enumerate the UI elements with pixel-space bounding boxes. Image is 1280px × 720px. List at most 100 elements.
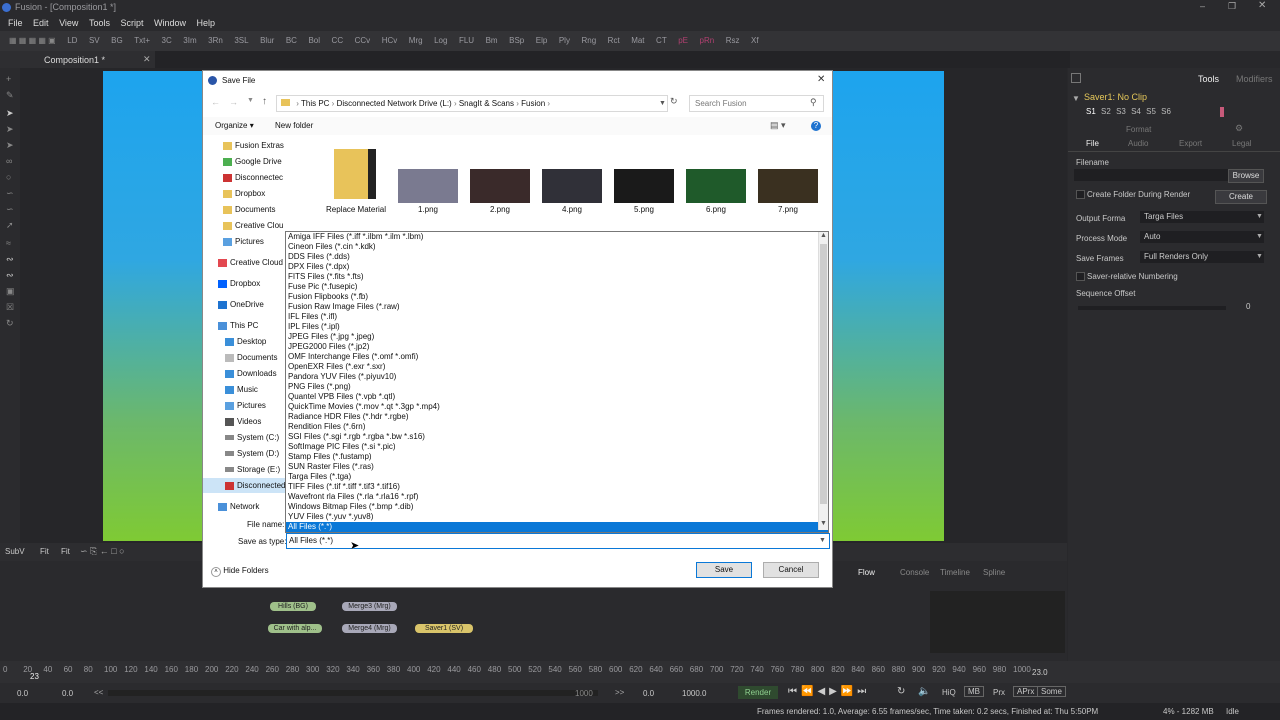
nav-item-drive-c[interactable]: System (C:) (225, 430, 279, 445)
tool-button[interactable]: Mat (631, 31, 644, 51)
tool-button[interactable]: Mrg (409, 31, 423, 51)
nav-item-desktop[interactable]: Desktop (225, 334, 266, 349)
tool-button[interactable]: Log (434, 31, 447, 51)
fit-button[interactable]: Fit (61, 547, 70, 556)
playback-controls-icon[interactable]: ⏮⏪◀▶⏩⏭ (788, 686, 870, 697)
node-car[interactable]: Car with alp... (268, 624, 322, 633)
file-type-option[interactable]: SoftImage PIC Files (*.si *.pic) (286, 442, 828, 452)
nav-item-drive-e[interactable]: Storage (E:) (225, 462, 280, 477)
file-type-option[interactable]: All Files (*.*) (286, 522, 828, 532)
node-saver[interactable]: Saver1 (SV) (415, 624, 473, 633)
nav-item-onedrive[interactable]: OneDrive (218, 297, 264, 312)
file-type-option[interactable]: JPEG Files (*.jpg *.jpeg) (286, 332, 828, 342)
tool-button[interactable]: Rct (608, 31, 620, 51)
nav-item-pictures-pc[interactable]: Pictures (225, 398, 266, 413)
back-arrow-icon[interactable]: ← (211, 97, 220, 107)
render-start[interactable]: 0.0 (62, 689, 73, 698)
fit-button[interactable]: Fit (40, 547, 49, 556)
tool-button[interactable]: SV (89, 31, 100, 51)
tool-button[interactable]: CCv (355, 31, 371, 51)
breadcrumb-fusion[interactable]: Fusion (521, 99, 545, 108)
tab-tools[interactable]: Tools (1198, 74, 1219, 84)
nav-item-videos[interactable]: Videos (225, 414, 261, 429)
nav-item-documents-pc[interactable]: Documents (225, 350, 277, 365)
address-dropdown-icon[interactable]: ▼ (659, 96, 666, 111)
menu-window[interactable]: Window (154, 16, 186, 31)
slot-s4[interactable]: S4 (1131, 107, 1141, 116)
tool-button[interactable]: 3Rn (208, 31, 223, 51)
tool-button[interactable]: CT (656, 31, 667, 51)
color-swatch[interactable] (1220, 107, 1224, 117)
file-type-option[interactable]: FITS Files (*.fits *.fts) (286, 272, 828, 282)
create-button[interactable]: Create (1215, 190, 1267, 204)
filename-input[interactable] (1074, 169, 1228, 181)
brush-icon[interactable]: ≈ (6, 238, 11, 248)
close-tab-icon[interactable]: ✕ (143, 54, 151, 65)
delete-icon[interactable]: ☒ (6, 302, 14, 313)
node-merge4[interactable]: Merge4 (Mrg) (342, 624, 397, 633)
file-type-option[interactable]: Amiga IFF Files (*.iff *.ilbm *.ilm *.lb… (286, 232, 828, 242)
file-type-option[interactable]: DDS Files (*.dds) (286, 252, 828, 262)
menu-script[interactable]: Script (120, 16, 143, 31)
tool-button[interactable]: Bm (486, 31, 498, 51)
collapse-icon[interactable]: ▼ (1072, 94, 1080, 103)
slot-s5[interactable]: S5 (1146, 107, 1156, 116)
organize-button[interactable]: Organize ▾ (215, 121, 254, 130)
sequence-offset-value[interactable]: 0 (1246, 302, 1250, 311)
reset-icon[interactable]: ↻ (6, 318, 14, 329)
file-type-option[interactable]: Pandora YUV Files (*.piyuv10) (286, 372, 828, 382)
global-start[interactable]: 0.0 (17, 689, 28, 698)
pen-icon[interactable]: ✎ (6, 90, 14, 101)
sequence-offset-slider[interactable] (1078, 306, 1226, 310)
slot-s1[interactable]: S1 (1086, 107, 1096, 116)
nav-item-fusion-extras[interactable]: Fusion Extras (223, 138, 284, 153)
tab-console[interactable]: Console (900, 568, 929, 577)
nav-item-network-drive-l[interactable]: Disconnected (203, 478, 291, 493)
file-type-option[interactable]: Rendition Files (*.6rn) (286, 422, 828, 432)
nav-item-drive-d[interactable]: System (D:) (225, 446, 279, 461)
tool-button[interactable]: Bol (308, 31, 320, 51)
render-button[interactable]: Render (738, 686, 778, 699)
node-merge3[interactable]: Merge3 (Mrg) (342, 602, 397, 611)
subtab-export[interactable]: Export (1179, 139, 1202, 148)
loop-icon[interactable]: ↻ (897, 686, 905, 697)
tab-spline[interactable]: Spline (983, 568, 1005, 577)
tool-button[interactable]: pE (678, 31, 688, 51)
select-arrow-icon[interactable]: ➤ (6, 108, 14, 119)
pen-icon[interactable]: ∾ (6, 254, 14, 265)
nav-item-downloads[interactable]: Downloads (225, 366, 277, 381)
file-type-option[interactable]: IFL Files (*.ifl) (286, 312, 828, 322)
menu-help[interactable]: Help (197, 16, 216, 31)
breadcrumb-network-drive[interactable]: Disconnected Network Drive (L:) (337, 99, 452, 108)
forward-range-icon[interactable]: >> (615, 688, 624, 697)
save-as-type-select[interactable]: All Files (*.*) ▼ (286, 533, 830, 549)
file-type-option[interactable]: DPX Files (*.dpx) (286, 262, 828, 272)
output-format-select[interactable]: Targa Files (1140, 211, 1264, 223)
file-type-option[interactable]: IPL Files (*.ipl) (286, 322, 828, 332)
tool-button[interactable]: LD (67, 31, 77, 51)
view-options-icon[interactable]: ▤ ▾ (770, 120, 786, 131)
scroll-thumb[interactable] (820, 244, 827, 504)
file-type-option[interactable]: PNG Files (*.png) (286, 382, 828, 392)
file-type-option[interactable]: Quantel VPB Files (*.vpb *.qtl) (286, 392, 828, 402)
tool-button[interactable]: BC (286, 31, 297, 51)
file-type-option[interactable]: Radiance HDR Files (*.hdr *.rgbe) (286, 412, 828, 422)
tool-button[interactable]: Txt+ (134, 31, 150, 51)
tool-button[interactable]: FLU (459, 31, 474, 51)
save-as-type-dropdown-list[interactable]: Amiga IFF Files (*.iff *.ilbm *.ilm *.lb… (285, 231, 829, 533)
file-type-option[interactable]: SGI Files (*.sgi *.rgb *.rgba *.bw *.s16… (286, 432, 828, 442)
file-type-option[interactable]: Fusion Raw Image Files (*.raw) (286, 302, 828, 312)
close-dialog-icon[interactable]: ✕ (817, 74, 825, 85)
breadcrumb-snagit[interactable]: SnagIt & Scans (459, 99, 514, 108)
saver-relative-checkbox[interactable] (1076, 272, 1085, 281)
tab-timeline[interactable]: Timeline (940, 568, 970, 577)
add-point-icon[interactable]: + (6, 74, 11, 84)
breadcrumb-this-pc[interactable]: This PC (301, 99, 329, 108)
tool-button[interactable]: 3SL (234, 31, 248, 51)
circle-icon[interactable]: ○ (6, 172, 11, 182)
forward-arrow-icon[interactable]: → (229, 97, 238, 107)
search-input[interactable]: Search Fusion ⚲ (689, 95, 824, 112)
restore-button[interactable]: ❐ (1228, 1, 1236, 12)
hide-folders-toggle[interactable]: ˄ Hide Folders (211, 566, 269, 577)
menu-file[interactable]: File (8, 16, 23, 31)
